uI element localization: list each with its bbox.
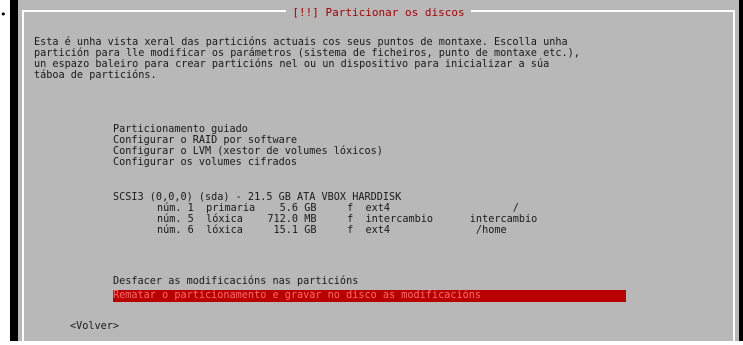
finish-partitioning-label: Rematar o particionamento e gravar no di… [113,290,482,301]
menu-item-guided-partitioning[interactable]: Particionamento guiado [113,124,248,135]
menu-item-configure-raid[interactable]: Configurar o RAID por software [113,135,297,146]
intro-line-3: un espazo baleiro para crear particións … [34,59,550,70]
menu-item-configure-lvm[interactable]: Configurar o LVM (xestor de volumes lóxi… [113,146,383,157]
partition-row[interactable]: núm. 5 lóxica 712.0 MB f intercambio int… [157,214,537,225]
intro-line-2: partición para lle modificar os parámetr… [34,48,580,59]
intro-line-1: Esta é unha vista xeral das particións a… [34,37,568,48]
disk-entry-sda[interactable]: SCSI3 (0,0,0) (sda) - 21.5 GB ATA VBOX H… [113,192,401,203]
menu-item-finish-partitioning[interactable]: Rematar o particionamento e gravar no di… [113,290,626,302]
menu-item-undo-changes[interactable]: Desfacer as modificacións nas particións [113,276,358,287]
intro-line-4: táboa de particións. [34,70,157,81]
dialog-title: [!!] Particionar os discos [286,5,471,21]
bullet-marker: • [0,8,7,21]
installer-screen: [!!] Particionar os discos Esta é unha v… [10,0,743,345]
partition-dialog: [!!] Particionar os discos Esta é unha v… [18,0,739,345]
menu-item-configure-encrypted-volumes[interactable]: Configurar os volumes cifrados [113,157,297,168]
partition-row[interactable]: núm. 6 lóxica 15.1 GB f ext4 /home [157,225,507,236]
back-button[interactable]: <Volver> [70,321,119,332]
partition-row[interactable]: núm. 1 primaria 5.6 GB f ext4 / [157,203,519,214]
dialog-title-bar: [!!] Particionar os discos [18,1,739,21]
